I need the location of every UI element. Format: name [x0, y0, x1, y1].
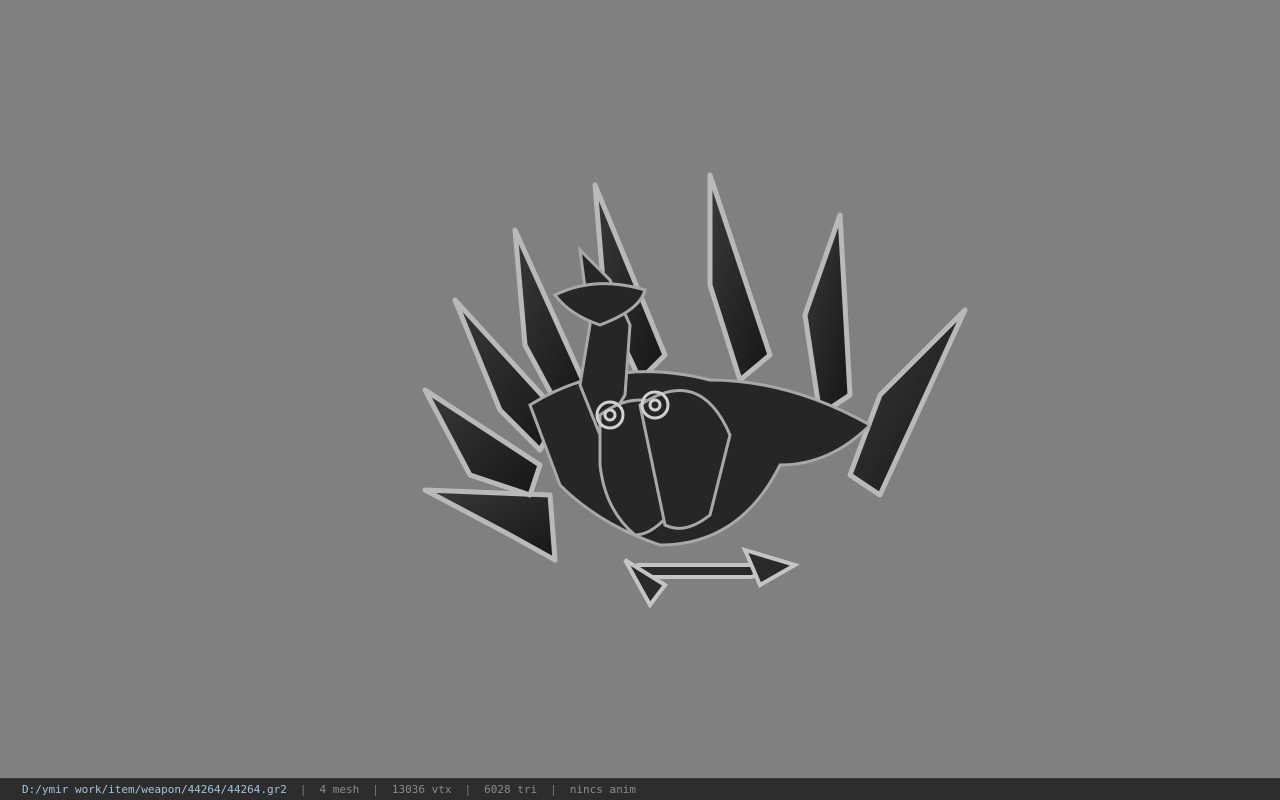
status-separator: |: [464, 783, 472, 796]
status-separator: |: [550, 783, 557, 796]
status-bar: D:/ymir work/item/weapon/44264/44264.gr2…: [0, 778, 1280, 800]
mesh-count: 4 mesh: [319, 783, 360, 796]
weapon-model-image: [422, 172, 968, 609]
model-viewport[interactable]: [0, 0, 1280, 778]
status-separator: |: [299, 783, 307, 796]
triangle-count: 6028 tri: [484, 783, 538, 796]
status-separator: |: [372, 783, 379, 796]
vertex-count: 13036 vtx: [391, 783, 452, 796]
file-path: D:/ymir work/item/weapon/44264/44264.gr2: [22, 783, 287, 796]
animation-status: nincs anim: [569, 783, 636, 796]
